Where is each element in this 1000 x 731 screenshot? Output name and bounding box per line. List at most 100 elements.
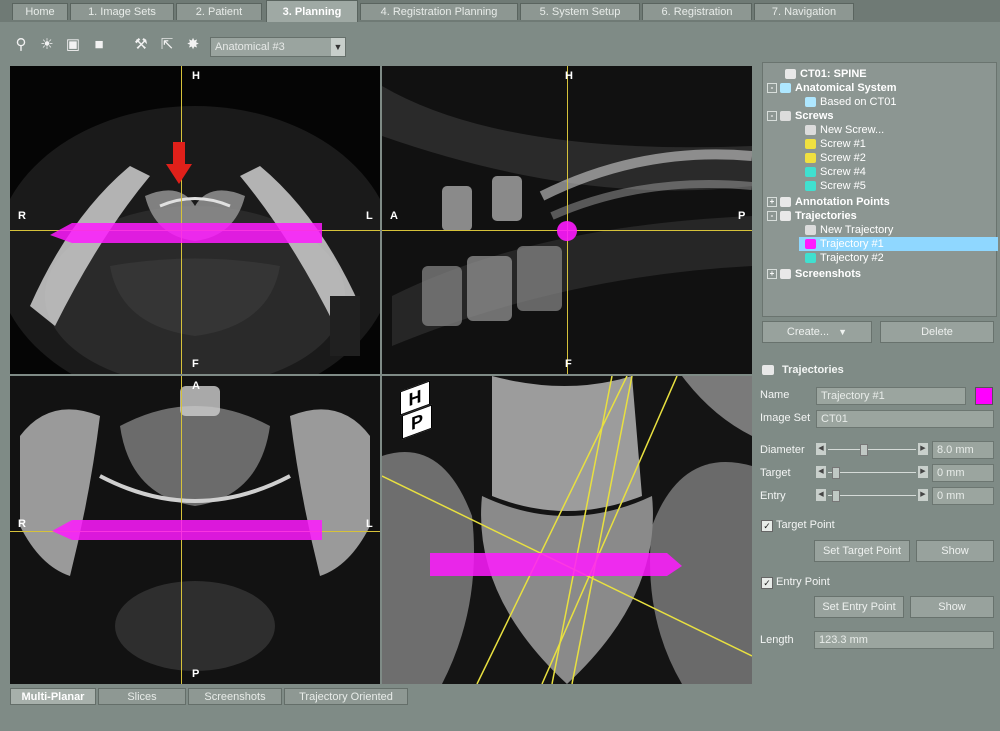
new-screw-icon: [805, 125, 816, 136]
name-field[interactable]: Trajectory #1: [816, 387, 966, 405]
coronal-viewport[interactable]: A P R L: [10, 376, 380, 684]
axial-viewport[interactable]: H F R L: [10, 66, 380, 374]
trajectory-cyan-icon: [805, 253, 816, 264]
zoom-icon[interactable]: ⚲: [12, 36, 30, 54]
tab-home[interactable]: Home: [12, 3, 68, 20]
chevron-down-icon[interactable]: ▼: [331, 38, 345, 56]
entry-label: Entry: [760, 490, 786, 502]
tab-image-sets[interactable]: 1. Image Sets: [70, 3, 174, 20]
trajectory-color-swatch[interactable]: [975, 387, 993, 405]
chevron-down-icon: ▼: [838, 327, 848, 337]
target-field[interactable]: 0 mm: [932, 464, 994, 482]
collapse-icon[interactable]: -: [767, 111, 777, 122]
diameter-slider[interactable]: ◀ ▶: [816, 443, 928, 457]
tree-trajectory-label: Trajectory #2: [820, 252, 884, 264]
crosshair-vertical: [567, 66, 568, 374]
create-button-label: Create...: [786, 326, 830, 338]
show-entry-button[interactable]: Show: [910, 596, 994, 618]
tab-system-setup[interactable]: 5. System Setup: [520, 3, 640, 20]
view-select-value: Anatomical #3: [215, 41, 285, 53]
tree-screw-item[interactable]: Screw #2: [805, 151, 866, 165]
increase-arrow-icon[interactable]: ▶: [918, 489, 928, 501]
tab-patient[interactable]: 2. Patient: [176, 3, 262, 20]
tree-trajectories[interactable]: - Trajectories: [767, 209, 857, 223]
panel-header: Trajectories: [762, 364, 844, 376]
tree-screenshots[interactable]: + Screenshots: [767, 267, 861, 281]
target-slider[interactable]: ◀ ▶: [816, 466, 928, 480]
tree-screw-label: Screw #2: [820, 152, 866, 164]
set-entry-point-button[interactable]: Set Entry Point: [814, 596, 904, 618]
length-label: Length: [760, 634, 794, 646]
ct-icon: [785, 69, 796, 80]
trajectory-crosssection: [557, 221, 577, 241]
expand-icon[interactable]: +: [767, 269, 777, 280]
orient-left: R: [18, 210, 26, 222]
collapse-icon[interactable]: -: [767, 211, 777, 222]
trajectory-icon: [762, 365, 774, 376]
target-point-checkbox[interactable]: ✓: [761, 520, 773, 532]
tab-registration-planning[interactable]: 4. Registration Planning: [360, 3, 518, 20]
decrease-arrow-icon[interactable]: ◀: [816, 466, 826, 478]
3d-viewport[interactable]: H P: [382, 376, 752, 684]
toolbar: ⚲ ☀ ▣ ■ ⚒ ⇱ ✸: [0, 24, 1000, 64]
axial-image: [10, 106, 380, 374]
tab-trajectory-oriented[interactable]: Trajectory Oriented: [284, 688, 408, 705]
tree-screw-item[interactable]: Screw #1: [805, 137, 866, 151]
tree-trajectory-item-selected[interactable]: Trajectory #1: [799, 237, 998, 251]
tree-root[interactable]: CT01: SPINE: [785, 67, 867, 81]
tree-anatomical-system[interactable]: - Anatomical System: [767, 81, 896, 95]
decrease-arrow-icon[interactable]: ◀: [816, 443, 826, 455]
brightness-icon[interactable]: ☀: [38, 36, 56, 54]
show-target-button[interactable]: Show: [916, 540, 994, 562]
tree-based-on[interactable]: Based on CT01: [805, 95, 896, 109]
tree-screw-label: Screw #5: [820, 180, 866, 192]
orientation-cube: H P: [400, 380, 436, 440]
tree-based-on-label: Based on CT01: [820, 96, 897, 108]
entry-field[interactable]: 0 mm: [932, 487, 994, 505]
collapse-icon[interactable]: -: [767, 83, 777, 94]
stamp-icon[interactable]: ■: [90, 36, 108, 54]
tree-screw-item[interactable]: Screw #4: [805, 165, 866, 179]
tree-new-screw[interactable]: New Screw...: [805, 123, 884, 137]
slider-thumb[interactable]: [860, 444, 868, 456]
screw-tool-icon[interactable]: ⚒: [132, 36, 150, 54]
increase-arrow-icon[interactable]: ▶: [918, 466, 928, 478]
decrease-arrow-icon[interactable]: ◀: [816, 489, 826, 501]
camera-icon[interactable]: ▣: [64, 36, 82, 54]
satellite-icon[interactable]: ✸: [184, 36, 202, 54]
slider-thumb[interactable]: [832, 467, 840, 479]
tab-slices[interactable]: Slices: [98, 688, 186, 705]
entry-point-checkbox[interactable]: ✓: [761, 577, 773, 589]
crosshair-horizontal: [10, 230, 380, 231]
expand-icon[interactable]: +: [767, 197, 777, 208]
annotation-icon: [780, 197, 791, 208]
orient-top: H: [565, 70, 573, 82]
tab-navigation[interactable]: 7. Navigation: [754, 3, 854, 20]
view-select[interactable]: Anatomical #3 ▼: [210, 37, 346, 57]
sagittal-viewport[interactable]: H F A P: [382, 66, 752, 374]
set-target-point-button[interactable]: Set Target Point: [814, 540, 910, 562]
diameter-field[interactable]: 8.0 mm: [932, 441, 994, 459]
create-button[interactable]: Create... ▼: [762, 321, 872, 343]
tree-screw-item[interactable]: Screw #5: [805, 179, 866, 193]
tree-new-trajectory[interactable]: New Trajectory: [805, 223, 893, 237]
orient-bottom: F: [565, 358, 572, 370]
tree-annotation-points[interactable]: + Annotation Points: [767, 195, 890, 209]
entry-point-label: Entry Point: [776, 576, 830, 588]
trajectory-tool-icon[interactable]: ⇱: [158, 36, 176, 54]
tree-screws[interactable]: - Screws: [767, 109, 834, 123]
tab-multi-planar[interactable]: Multi-Planar: [10, 688, 96, 705]
target-point-label: Target Point: [776, 519, 835, 531]
entry-slider[interactable]: ◀ ▶: [816, 489, 928, 503]
tree-trajectory-item[interactable]: Trajectory #2: [805, 251, 884, 265]
crosshair-vertical: [181, 66, 182, 374]
tab-registration[interactable]: 6. Registration: [642, 3, 752, 20]
imageset-label: Image Set: [760, 412, 811, 424]
delete-button[interactable]: Delete: [880, 321, 994, 343]
increase-arrow-icon[interactable]: ▶: [918, 443, 928, 455]
tab-planning[interactable]: 3. Planning: [266, 0, 358, 22]
length-field: 123.3 mm: [814, 631, 994, 649]
tree-annotation-points-label: Annotation Points: [795, 196, 890, 208]
slider-thumb[interactable]: [832, 490, 840, 502]
tab-screenshots[interactable]: Screenshots: [188, 688, 282, 705]
